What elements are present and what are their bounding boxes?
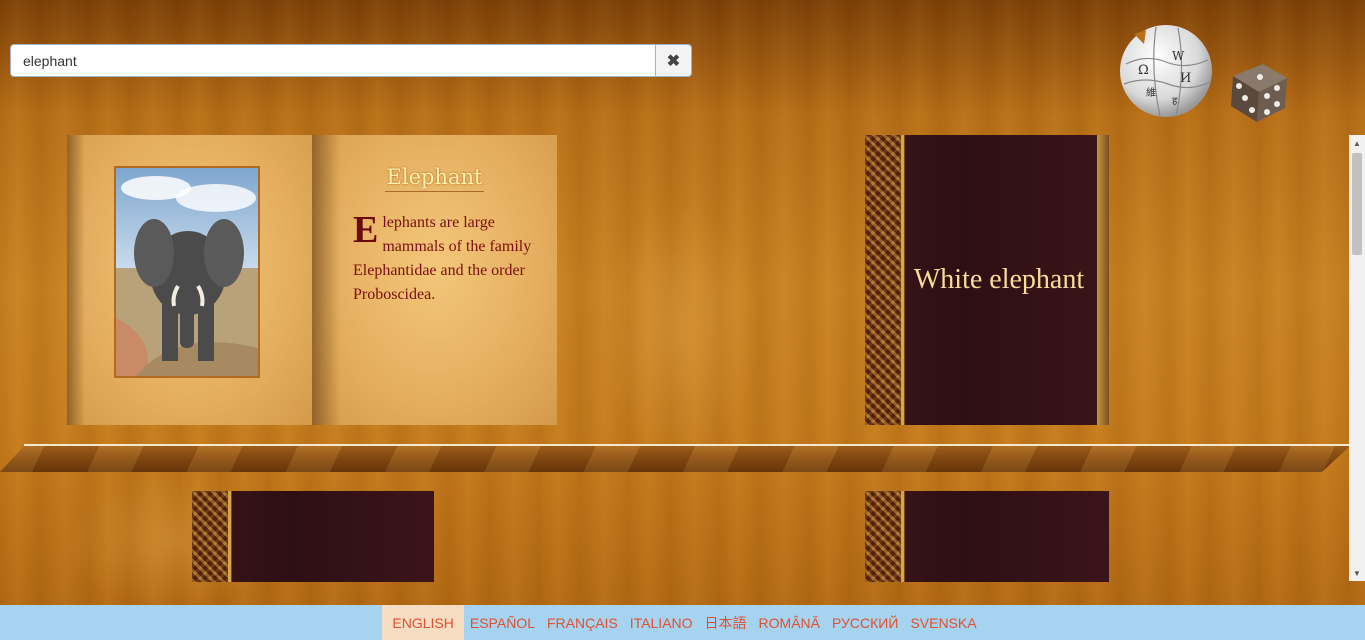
lang-italiano[interactable]: Italiano [624,605,699,640]
language-bar: English Español Français Italiano 日本語 Ro… [0,605,1365,640]
svg-text:W: W [1172,49,1185,63]
featured-book[interactable]: Elephant Elephants are large mammals of … [67,135,557,425]
lang-russian[interactable]: Русский [826,605,904,640]
lang-espanol[interactable]: Español [464,605,541,640]
lang-romana[interactable]: Română [753,605,826,640]
scrollbar[interactable]: ▲ ▼ [1349,135,1365,581]
svg-text:И: И [1180,71,1191,86]
book-cover-title [228,491,422,582]
bookshelf-grain [0,446,1350,472]
book-edge [1097,135,1109,425]
book-lower-right[interactable] [865,491,1109,582]
summary-text: lephants are large mammals of the family… [353,214,532,303]
book-spine [192,491,231,582]
book-spine [865,491,904,582]
lang-japanese[interactable]: 日本語 [699,605,753,640]
lang-english[interactable]: English [382,605,464,640]
scroll-down-icon[interactable]: ▼ [1349,565,1365,581]
clear-search-button[interactable]: ✖ [656,44,692,77]
book-cover-title: White elephant [913,264,1085,295]
book-spine [865,135,904,425]
book-white-elephant[interactable]: White elephant [865,135,1109,425]
book-title: Elephant [312,165,557,192]
dropcap: E [353,209,379,251]
close-icon: ✖ [666,52,681,70]
elephant-photo [114,166,260,378]
svg-text:Ω: Ω [1138,63,1149,78]
svg-text:ह: ह [1172,96,1178,107]
search-bar: ✖ [10,44,692,77]
book-right-page: Elephant Elephants are large mammals of … [312,135,557,425]
book-summary: Elephants are large mammals of the famil… [353,211,543,307]
book-left-page [67,135,312,425]
scrollbar-thumb[interactable] [1352,153,1362,255]
shelf-highlight [24,444,1350,446]
dice-icon[interactable] [1225,58,1291,124]
lang-francais[interactable]: Français [541,605,624,640]
scroll-up-icon[interactable]: ▲ [1349,135,1365,151]
lang-svenska[interactable]: Svenska [904,605,982,640]
svg-text:維: 維 [1146,86,1156,99]
book-cover-title [901,491,1097,582]
book-lower-left[interactable] [192,491,434,582]
search-input[interactable] [10,44,656,77]
wood-knot [600,200,760,460]
wikipedia-globe-icon[interactable]: Ω W И 維 ह [1116,24,1216,118]
